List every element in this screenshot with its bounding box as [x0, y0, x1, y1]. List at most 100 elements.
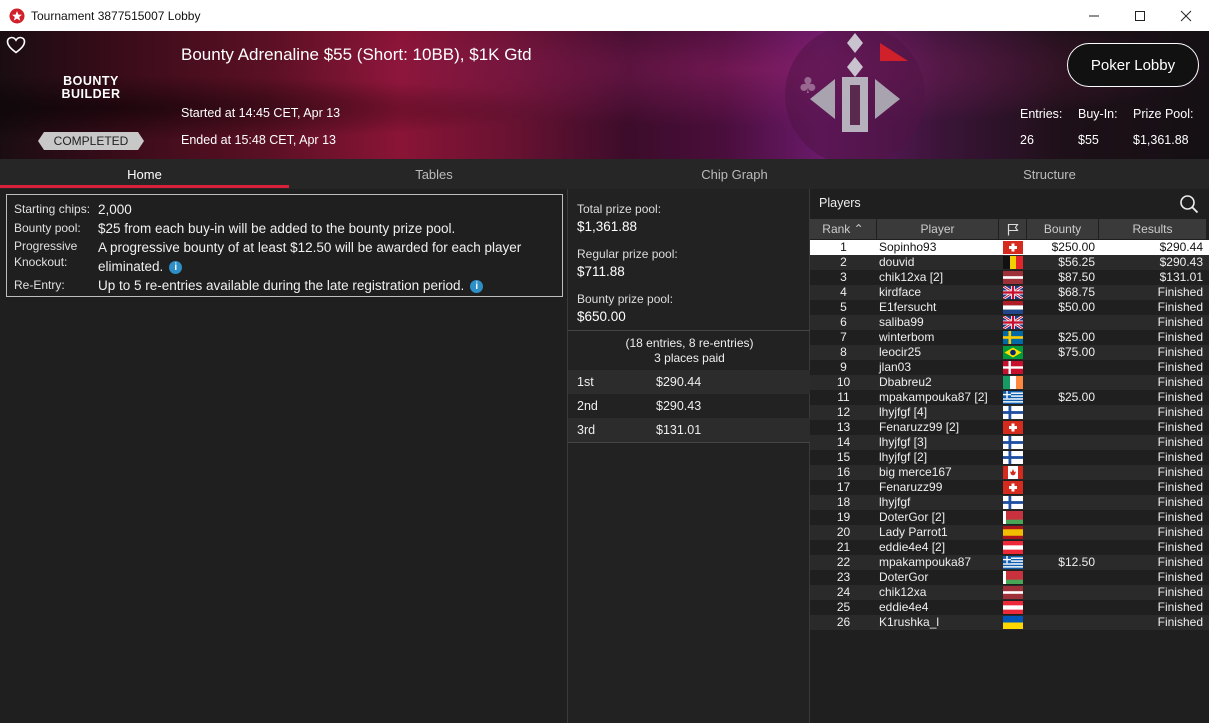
country-cell — [999, 240, 1027, 255]
rank-cell: 7 — [840, 330, 847, 344]
tab-bar: Home Tables Chip Graph Structure — [0, 159, 1209, 189]
country-cell — [999, 405, 1027, 420]
table-row[interactable]: 15 lhyjfgf [2] Finished — [810, 450, 1209, 465]
player-column-header[interactable]: Player — [877, 219, 999, 239]
finland-flag-icon — [1003, 496, 1023, 509]
table-row[interactable]: 11 mpakampouka87 [2] $25.00 Finished — [810, 390, 1209, 405]
player-name-cell: Fenaruzz99 — [879, 480, 943, 494]
info-icon[interactable]: i — [470, 279, 484, 293]
player-name-cell: K1rushka_l — [879, 615, 940, 629]
result-cell: $290.44 — [1159, 240, 1203, 254]
country-cell — [999, 315, 1027, 330]
info-icon[interactable]: i — [169, 260, 183, 274]
rank-cell: 14 — [836, 435, 851, 449]
country-cell — [999, 435, 1027, 450]
table-row[interactable]: 20 Lady Parrot1 Finished — [810, 525, 1209, 540]
progressive-knockout-row: Progressive Knockout: A progressive boun… — [14, 238, 521, 276]
bounty-cell — [1027, 495, 1099, 510]
tournament-title: Bounty Adrenaline $55 (Short: 10BB), $1K… — [181, 45, 532, 64]
table-row[interactable]: 9 jlan03 Finished — [810, 360, 1209, 375]
result-cell: Finished — [1157, 480, 1203, 494]
table-row[interactable]: 18 lhyjfgf Finished — [810, 495, 1209, 510]
results-column-header[interactable]: Results — [1099, 219, 1207, 239]
bounty-pool-value: $25 from each buy-in will be added to th… — [98, 221, 456, 236]
country-cell — [999, 375, 1027, 390]
tab-tables[interactable]: Tables — [289, 159, 579, 189]
players-title: Players — [819, 196, 861, 210]
rank-cell: 3 — [840, 270, 847, 284]
player-name-cell: saliba99 — [879, 315, 924, 329]
minimize-button[interactable] — [1071, 0, 1117, 31]
table-row[interactable]: 3 chik12xa [2] $87.50 $131.01 — [810, 270, 1209, 285]
bounty-cell — [1027, 435, 1099, 450]
rank-column-header[interactable]: Rank ⌃ — [810, 219, 877, 239]
places-paid: 3 places paid — [654, 351, 725, 365]
table-row[interactable]: 10 Dbabreu2 Finished — [810, 375, 1209, 390]
table-row[interactable]: 5 E1fersucht $50.00 Finished — [810, 300, 1209, 315]
table-row[interactable]: 21 eddie4e4 [2] Finished — [810, 540, 1209, 555]
window-title-bar: Tournament 3877515007 Lobby — [0, 0, 1209, 31]
result-cell: Finished — [1157, 555, 1203, 569]
country-cell — [999, 615, 1027, 630]
table-row[interactable]: 8 leocir25 $75.00 Finished — [810, 345, 1209, 360]
reentry-label: Re-Entry: — [14, 278, 65, 292]
player-name-cell: lhyjfgf [3] — [879, 435, 928, 449]
starting-chips-value: 2,000 — [98, 202, 132, 217]
rank-cell: 25 — [836, 600, 851, 614]
bounty-column-header[interactable]: Bounty — [1027, 219, 1099, 239]
united-kingdom-flag-icon — [1003, 286, 1023, 299]
bounty-pool-row: Bounty pool: $25 from each buy-in will b… — [14, 219, 455, 238]
tab-chip-graph[interactable]: Chip Graph — [579, 159, 890, 189]
close-button[interactable] — [1163, 0, 1209, 31]
player-name-cell: big merce167 — [879, 465, 952, 479]
table-row[interactable]: 2 douvid $56.25 $290.43 — [810, 255, 1209, 270]
rank-cell: 6 — [840, 315, 847, 329]
table-row[interactable]: 12 lhyjfgf [4] Finished — [810, 405, 1209, 420]
bounty-prize-pool-label: Bounty prize pool: — [577, 292, 674, 306]
starting-chips-row: Starting chips: 2,000 — [14, 200, 132, 219]
player-name-cell: douvid — [879, 255, 915, 269]
country-cell — [999, 540, 1027, 555]
buyin-value: $55 — [1078, 133, 1099, 147]
ireland-flag-icon — [1003, 376, 1023, 389]
table-row[interactable]: 17 Fenaruzz99 Finished — [810, 480, 1209, 495]
table-row[interactable]: 7 winterbom $25.00 Finished — [810, 330, 1209, 345]
table-row[interactable]: 6 saliba99 Finished — [810, 315, 1209, 330]
start-time: Started at 14:45 CET, Apr 13 — [181, 106, 341, 120]
search-icon[interactable] — [1179, 194, 1199, 214]
result-cell: Finished — [1157, 420, 1203, 434]
poker-lobby-button[interactable]: Poker Lobby — [1067, 43, 1199, 87]
buyin-label: Buy-In: — [1078, 107, 1118, 121]
table-row[interactable]: 26 K1rushka_l Finished — [810, 615, 1209, 630]
table-row[interactable]: 4 kirdface $68.75 Finished — [810, 285, 1209, 300]
table-row[interactable]: 24 chik12xa Finished — [810, 585, 1209, 600]
tab-home[interactable]: Home — [0, 159, 289, 189]
table-row[interactable]: 16 big merce167 Finished — [810, 465, 1209, 480]
maximize-button[interactable] — [1117, 0, 1163, 31]
table-row[interactable]: 1 Sopinho93 $250.00 $290.44 — [810, 240, 1209, 255]
country-column-header[interactable] — [999, 219, 1027, 239]
bounty-cell: $87.50 — [1058, 270, 1095, 284]
table-row[interactable]: 13 Fenaruzz99 [2] Finished — [810, 420, 1209, 435]
tab-structure[interactable]: Structure — [890, 159, 1209, 189]
rank-cell: 23 — [836, 570, 851, 584]
prizepool-label: Prize Pool: — [1133, 107, 1194, 121]
rank-cell: 26 — [836, 615, 851, 629]
bounty-cell — [1027, 525, 1099, 540]
result-cell: Finished — [1157, 375, 1203, 389]
country-cell — [999, 600, 1027, 615]
bounty-cell — [1027, 315, 1099, 330]
favorite-heart-icon[interactable] — [6, 36, 26, 54]
table-row[interactable]: 22 mpakampouka87 $12.50 Finished — [810, 555, 1209, 570]
player-name-cell: DoterGor [2] — [879, 510, 946, 524]
table-row[interactable]: 23 DoterGor Finished — [810, 570, 1209, 585]
table-row[interactable]: 25 eddie4e4 Finished — [810, 600, 1209, 615]
table-row[interactable]: 14 lhyjfgf [3] Finished — [810, 435, 1209, 450]
bounty-cell — [1027, 615, 1099, 630]
country-cell — [999, 255, 1027, 270]
country-cell — [999, 345, 1027, 360]
table-row[interactable]: 19 DoterGor [2] Finished — [810, 510, 1209, 525]
result-cell: Finished — [1157, 465, 1203, 479]
result-cell: Finished — [1157, 615, 1203, 629]
country-cell — [999, 270, 1027, 285]
